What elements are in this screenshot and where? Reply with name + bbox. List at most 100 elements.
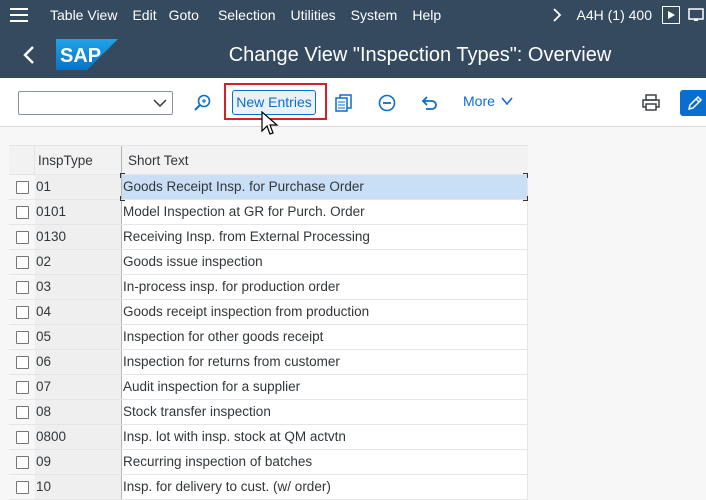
table-row[interactable]: 03 In-process insp. for production order xyxy=(9,275,528,300)
menu-table-view[interactable]: Table View xyxy=(44,0,123,30)
short-text-cell[interactable]: Audit inspection for a supplier xyxy=(122,375,528,399)
menu-items: Table View Edit Goto Selection Utilities… xyxy=(38,0,453,30)
row-checkbox[interactable] xyxy=(15,330,29,344)
short-text-cell[interactable]: Receiving Insp. from External Processing xyxy=(122,225,528,249)
insptype-cell[interactable]: 09 xyxy=(35,450,122,474)
zoom-icon[interactable] xyxy=(192,92,214,114)
command-field[interactable] xyxy=(18,91,173,115)
insptype-cell[interactable]: 03 xyxy=(35,275,122,299)
insptype-cell[interactable]: 07 xyxy=(35,375,122,399)
row-select[interactable] xyxy=(9,325,35,349)
short-text-cell[interactable]: In-process insp. for production order xyxy=(122,275,528,299)
menu-edit[interactable]: Edit xyxy=(126,0,162,30)
short-text-cell[interactable]: Insp. for delivery to cust. (w/ order) xyxy=(122,475,528,499)
row-checkbox[interactable] xyxy=(15,205,29,219)
delete-icon[interactable] xyxy=(376,92,398,114)
row-select[interactable] xyxy=(9,425,35,449)
insptype-cell[interactable]: 10 xyxy=(35,475,122,499)
more-label: More xyxy=(463,93,495,109)
row-checkbox[interactable] xyxy=(15,455,29,469)
insptype-cell[interactable]: 01 xyxy=(35,175,122,199)
row-select[interactable] xyxy=(9,400,35,424)
hamburger-icon[interactable] xyxy=(0,0,38,30)
system-info[interactable]: A4H (1) 400 xyxy=(577,7,652,23)
table-area: InspType Short Text 01 Goods Receipt Ins… xyxy=(0,127,706,500)
row-checkbox[interactable] xyxy=(15,430,29,444)
row-select[interactable] xyxy=(9,450,35,474)
row-checkbox[interactable] xyxy=(15,305,29,319)
table-row[interactable]: 10 Insp. for delivery to cust. (w/ order… xyxy=(9,475,528,500)
short-text-cell[interactable]: Model Inspection at GR for Purch. Order xyxy=(122,200,528,224)
row-select[interactable] xyxy=(9,225,35,249)
row-checkbox[interactable] xyxy=(15,355,29,369)
insptype-cell[interactable]: 05 xyxy=(35,325,122,349)
row-select[interactable] xyxy=(9,300,35,324)
short-text-cell[interactable]: Recurring inspection of batches xyxy=(122,450,528,474)
row-select[interactable] xyxy=(9,275,35,299)
edit-icon[interactable] xyxy=(680,90,706,116)
row-checkbox[interactable] xyxy=(15,230,29,244)
menu-utilities[interactable]: Utilities xyxy=(285,0,342,30)
title-bar: SAP Change View "Inspection Types": Over… xyxy=(0,30,706,78)
short-text-cell[interactable]: Insp. lot with insp. stock at QM actvtn xyxy=(122,425,528,449)
insptype-cell[interactable]: 0101 xyxy=(35,200,122,224)
insptype-cell[interactable]: 08 xyxy=(35,400,122,424)
copy-as-icon[interactable] xyxy=(333,92,355,114)
short-text-cell[interactable]: Stock transfer inspection xyxy=(122,400,528,424)
menu-help[interactable]: Help xyxy=(406,0,447,30)
page-title: Change View "Inspection Types": Overview xyxy=(228,44,612,66)
chevron-down-icon[interactable] xyxy=(152,95,168,111)
table-row[interactable]: 02 Goods issue inspection xyxy=(9,250,528,275)
row-select[interactable] xyxy=(9,200,35,224)
column-header-short-text[interactable]: Short Text xyxy=(122,146,528,175)
row-checkbox[interactable] xyxy=(15,280,29,294)
table-row[interactable]: 05 Inspection for other goods receipt xyxy=(9,325,528,350)
table-row[interactable]: 01 Goods Receipt Insp. for Purchase Orde… xyxy=(9,173,528,201)
table-row[interactable]: 04 Goods receipt inspection from product… xyxy=(9,300,528,325)
cell-focus-corner xyxy=(120,173,125,178)
table-row[interactable]: 0130 Receiving Insp. from External Proce… xyxy=(9,225,528,250)
row-select[interactable] xyxy=(9,475,35,499)
short-text-cell[interactable]: Inspection for returns from customer xyxy=(122,350,528,374)
table-row[interactable]: 06 Inspection for returns from customer xyxy=(9,350,528,375)
row-checkbox[interactable] xyxy=(15,405,29,419)
row-select[interactable] xyxy=(9,250,35,274)
table-row[interactable]: 0101 Model Inspection at GR for Purch. O… xyxy=(9,200,528,225)
row-select[interactable] xyxy=(9,175,35,199)
column-header-insptype[interactable]: InspType xyxy=(35,146,122,175)
sap-logo: SAP xyxy=(56,39,118,70)
back-arrow-icon[interactable] xyxy=(16,42,42,68)
row-checkbox[interactable] xyxy=(15,480,29,494)
row-checkbox[interactable] xyxy=(15,180,29,194)
menu-selection[interactable]: Selection xyxy=(212,0,282,30)
mouse-cursor-icon xyxy=(261,110,279,137)
cell-focus-corner xyxy=(523,196,528,201)
table-row[interactable]: 09 Recurring inspection of batches xyxy=(9,450,528,475)
print-icon[interactable] xyxy=(640,92,662,114)
short-text-cell[interactable]: Goods issue inspection xyxy=(122,250,528,274)
insptype-cell[interactable]: 04 xyxy=(35,300,122,324)
more-button[interactable]: More xyxy=(463,93,513,109)
undo-icon[interactable] xyxy=(418,92,440,114)
insptype-cell[interactable]: 0800 xyxy=(35,425,122,449)
short-text-cell[interactable]: Goods Receipt Insp. for Purchase Order xyxy=(122,175,528,199)
chevron-right-icon[interactable] xyxy=(547,0,567,30)
insptype-cell[interactable]: 02 xyxy=(35,250,122,274)
short-text-cell[interactable]: Goods receipt inspection from production xyxy=(122,300,528,324)
row-checkbox[interactable] xyxy=(15,255,29,269)
menu-goto[interactable]: Goto xyxy=(163,0,205,30)
table-row[interactable]: 08 Stock transfer inspection xyxy=(9,400,528,425)
row-select[interactable] xyxy=(9,350,35,374)
row-select[interactable] xyxy=(9,375,35,399)
insptype-cell[interactable]: 0130 xyxy=(35,225,122,249)
cell-focus-corner xyxy=(523,173,528,178)
menu-system[interactable]: System xyxy=(345,0,404,30)
play-icon[interactable] xyxy=(662,6,680,24)
monitor-icon[interactable] xyxy=(688,7,704,23)
insptype-cell[interactable]: 06 xyxy=(35,350,122,374)
table-row[interactable]: 07 Audit inspection for a supplier xyxy=(9,375,528,400)
short-text-cell[interactable]: Inspection for other goods receipt xyxy=(122,325,528,349)
row-checkbox[interactable] xyxy=(15,380,29,394)
table-row[interactable]: 0800 Insp. lot with insp. stock at QM ac… xyxy=(9,425,528,450)
select-all-column[interactable] xyxy=(9,146,35,175)
